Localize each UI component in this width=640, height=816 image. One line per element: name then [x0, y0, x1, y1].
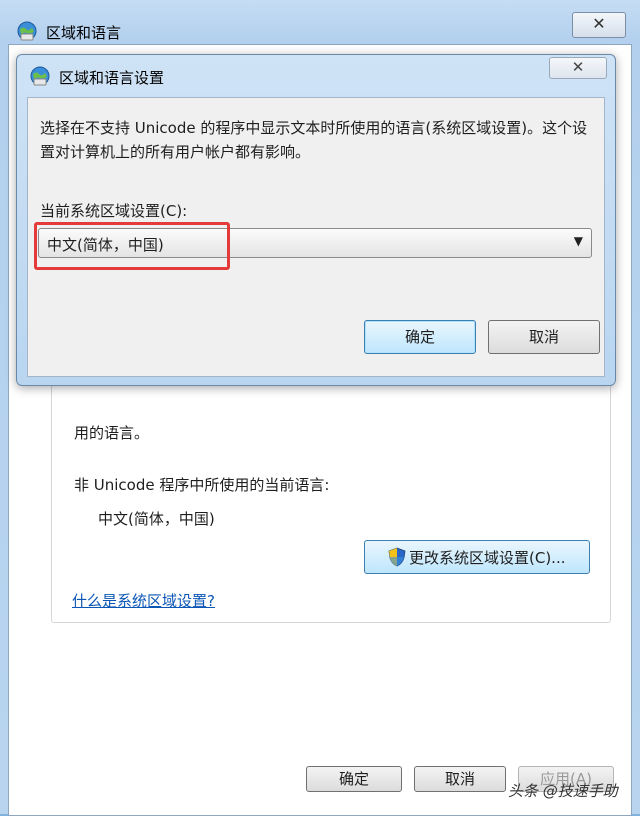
outer-cancel-button[interactable]: 取消: [414, 766, 506, 792]
close-icon: ✕: [592, 14, 606, 33]
globe-icon: [30, 66, 50, 86]
dialog-cancel-button[interactable]: 取消: [488, 320, 600, 354]
dialog-body: 选择在不支持 Unicode 的程序中显示文本时所使用的语言(系统区域设置)。这…: [27, 97, 605, 377]
outer-window-title: 区域和语言: [46, 24, 122, 42]
close-icon: ✕: [571, 58, 585, 76]
current-language-label: 非 Unicode 程序中所使用的当前语言:: [74, 476, 330, 494]
dialog-title: 区域和语言设置: [59, 69, 165, 87]
outer-close-button[interactable]: ✕: [572, 12, 626, 38]
change-system-locale-button[interactable]: 更改系统区域设置(C)...: [364, 540, 590, 574]
change-system-locale-label: 更改系统区域设置(C)...: [409, 548, 566, 567]
uac-shield-icon: [388, 547, 406, 567]
highlight-box: [34, 222, 230, 270]
system-locale-help-link[interactable]: 什么是系统区域设置?: [72, 590, 215, 611]
partial-description: 用的语言。: [74, 424, 150, 442]
outer-ok-button[interactable]: 确定: [306, 766, 402, 792]
region-language-settings-dialog: 区域和语言设置 ✕ 选择在不支持 Unicode 的程序中显示文本时所使用的语言…: [16, 54, 616, 386]
dialog-description: 选择在不支持 Unicode 的程序中显示文本时所使用的语言(系统区域设置)。这…: [40, 119, 588, 161]
dialog-close-button[interactable]: ✕: [549, 57, 607, 79]
dialog-ok-button[interactable]: 确定: [364, 320, 476, 354]
outer-titlebar: 区域和语言 ✕: [0, 0, 640, 44]
system-locale-label: 当前系统区域设置(C):: [40, 202, 188, 220]
watermark: 头条 @技速手助: [508, 782, 618, 800]
current-language-value: 中文(简体，中国): [98, 510, 215, 528]
dropdown-arrow-icon: ▼: [573, 234, 583, 248]
globe-icon: [17, 21, 37, 41]
